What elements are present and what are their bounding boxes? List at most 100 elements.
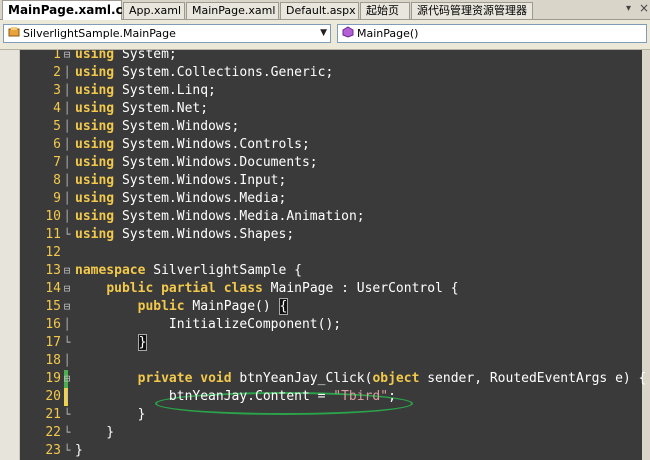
collapse-icon[interactable]: ⊟ bbox=[61, 50, 73, 64]
code-text: using System; bbox=[75, 50, 177, 62]
code-text: } bbox=[75, 425, 115, 440]
code-text: using System.Windows; bbox=[75, 119, 240, 134]
line-number: 3 bbox=[53, 83, 61, 98]
line-number: 4 bbox=[53, 101, 61, 116]
line-number: 14 bbox=[45, 281, 61, 296]
code-line[interactable]: 9 │ using System.Windows.Media; bbox=[19, 190, 642, 208]
fold-guide: └ bbox=[63, 408, 71, 421]
tab-5[interactable]: 起始页 bbox=[360, 2, 410, 19]
tab-1[interactable]: MainPage.xaml.cs bbox=[2, 0, 130, 20]
code-line[interactable]: 2 │ using System.Collections.Generic; bbox=[19, 64, 642, 82]
code-text: using System.Windows.Media.Animation; bbox=[75, 209, 365, 224]
line-number: 2 bbox=[53, 65, 61, 80]
line-number: 17 bbox=[45, 335, 61, 350]
fold-guide: │ bbox=[63, 210, 71, 223]
line-number: 16 bbox=[45, 317, 61, 332]
code-line[interactable]: 7 │ using System.Windows.Documents; bbox=[19, 154, 642, 172]
line-number: 7 bbox=[53, 155, 61, 170]
code-text: InitializeComponent(); bbox=[75, 317, 342, 332]
line-number: 6 bbox=[53, 137, 61, 152]
fold-guide: │ bbox=[63, 354, 71, 367]
code-text: } bbox=[75, 407, 146, 422]
code-text: private void btnYeanJay_Click(object sen… bbox=[137, 371, 647, 386]
code-line[interactable]: 17 └ } bbox=[19, 334, 642, 352]
code-editor[interactable]: 1 ⊟ using System; 2 │ using System.Collection… bbox=[0, 50, 650, 460]
code-text: btnYeanJay.Content = "Tbird"; bbox=[75, 389, 396, 404]
tab-4[interactable]: Default.aspx bbox=[280, 2, 359, 19]
code-line[interactable]: 18 │ bbox=[19, 352, 642, 370]
document-tab-bar: MainPage.xaml.cs App.xaml MainPage.xaml Def… bbox=[0, 0, 650, 20]
code-line[interactable]: 23 └} bbox=[19, 442, 642, 460]
line-number: 20 bbox=[45, 389, 61, 404]
tab-3[interactable]: MainPage.xaml bbox=[186, 2, 279, 19]
code-text: using System.Net; bbox=[75, 101, 209, 116]
code-line[interactable]: 11 └ using System.Windows.Shapes; bbox=[19, 226, 642, 244]
code-text: } bbox=[137, 334, 148, 351]
line-number: 13 bbox=[45, 263, 61, 278]
tab-2[interactable]: App.xaml bbox=[123, 2, 185, 19]
code-line[interactable]: 19 ⊟ private void btnYeanJay_Click(object… bbox=[19, 370, 646, 388]
line-number: 10 bbox=[45, 209, 61, 224]
indicator-margin bbox=[0, 50, 20, 460]
code-line[interactable]: 21 └ } bbox=[19, 406, 642, 424]
type-dropdown-value: SilverlightSample.MainPage bbox=[23, 27, 176, 40]
chevron-down-icon[interactable]: ▾ bbox=[626, 3, 631, 14]
code-text: using System.Windows.Shapes; bbox=[75, 227, 295, 242]
collapse-icon[interactable]: ⊟ bbox=[61, 298, 73, 316]
line-number: 11 bbox=[45, 227, 61, 242]
code-line[interactable]: 10 │ using System.Windows.Media.Animation; bbox=[19, 208, 642, 226]
line-number: 23 bbox=[45, 443, 61, 458]
code-text: using System.Linq; bbox=[75, 83, 216, 98]
code-line[interactable]: 8 │ using System.Windows.Input; bbox=[19, 172, 642, 190]
fold-guide: │ bbox=[63, 66, 71, 79]
collapse-icon[interactable]: ⊟ bbox=[61, 280, 73, 298]
code-line[interactable]: 15 ⊟ public MainPage() { bbox=[19, 298, 642, 316]
member-dropdown[interactable]: MainPage() bbox=[337, 24, 647, 43]
line-number: 12 bbox=[45, 245, 61, 260]
close-icon[interactable]: × bbox=[639, 1, 649, 15]
fold-guide: └ bbox=[63, 444, 71, 457]
line-number: 18 bbox=[45, 353, 61, 368]
code-line[interactable]: 6 │ using System.Windows.Controls; bbox=[19, 136, 642, 154]
fold-guide: └ bbox=[63, 336, 71, 349]
collapse-icon[interactable]: ⊟ bbox=[61, 262, 73, 280]
member-dropdown-value: MainPage() bbox=[357, 27, 419, 40]
chevron-down-icon: ▼ bbox=[320, 28, 327, 38]
code-line[interactable]: 1 ⊟ using System; bbox=[19, 50, 642, 64]
collapse-icon[interactable]: ⊟ bbox=[61, 370, 73, 388]
fold-guide: └ bbox=[63, 426, 71, 439]
code-text: using System.Windows.Controls; bbox=[75, 137, 310, 152]
fold-guide: └ bbox=[63, 228, 71, 241]
method-icon bbox=[342, 25, 354, 43]
code-line[interactable]: 5 │ using System.Windows; bbox=[19, 118, 642, 136]
fold-guide: │ bbox=[63, 156, 71, 169]
line-number: 9 bbox=[53, 191, 61, 206]
navigation-bar: SilverlightSample.MainPage ▼ MainPage() bbox=[0, 20, 650, 50]
code-line[interactable]: 20 │ btnYeanJay.Content = "Tbird"; bbox=[19, 388, 642, 406]
code-line[interactable]: 13 ⊟ namespace SilverlightSample { bbox=[19, 262, 642, 280]
line-number: 22 bbox=[45, 425, 61, 440]
line-number: 19 bbox=[45, 371, 61, 386]
fold-guide: │ bbox=[63, 102, 71, 115]
code-text: public partial class MainPage : UserCont… bbox=[106, 281, 459, 296]
code-text: using System.Windows.Input; bbox=[75, 173, 287, 188]
fold-guide: │ bbox=[63, 174, 71, 187]
code-line[interactable]: 12 bbox=[19, 244, 642, 262]
code-line[interactable]: 22 └ } bbox=[19, 424, 642, 442]
code-text: } bbox=[75, 443, 83, 458]
fold-guide: │ bbox=[63, 138, 71, 151]
line-number: 8 bbox=[53, 173, 61, 188]
code-line[interactable]: 14 ⊟ public partial class MainPage : User… bbox=[19, 280, 642, 298]
fold-guide: │ bbox=[63, 318, 71, 331]
line-number: 5 bbox=[53, 119, 61, 134]
code-text: public MainPage() { bbox=[137, 298, 289, 315]
code-line[interactable]: 3 │ using System.Linq; bbox=[19, 82, 642, 100]
vertical-scrollbar[interactable] bbox=[642, 50, 650, 460]
code-line[interactable]: 16 │ InitializeComponent(); bbox=[19, 316, 642, 334]
fold-guide: │ bbox=[63, 192, 71, 205]
line-number: 21 bbox=[45, 407, 61, 422]
type-dropdown[interactable]: SilverlightSample.MainPage ▼ bbox=[3, 24, 331, 43]
fold-guide: │ bbox=[63, 120, 71, 133]
tab-6[interactable]: 源代码管理资源管理器 bbox=[411, 2, 533, 19]
code-line[interactable]: 4 │ using System.Net; bbox=[19, 100, 642, 118]
